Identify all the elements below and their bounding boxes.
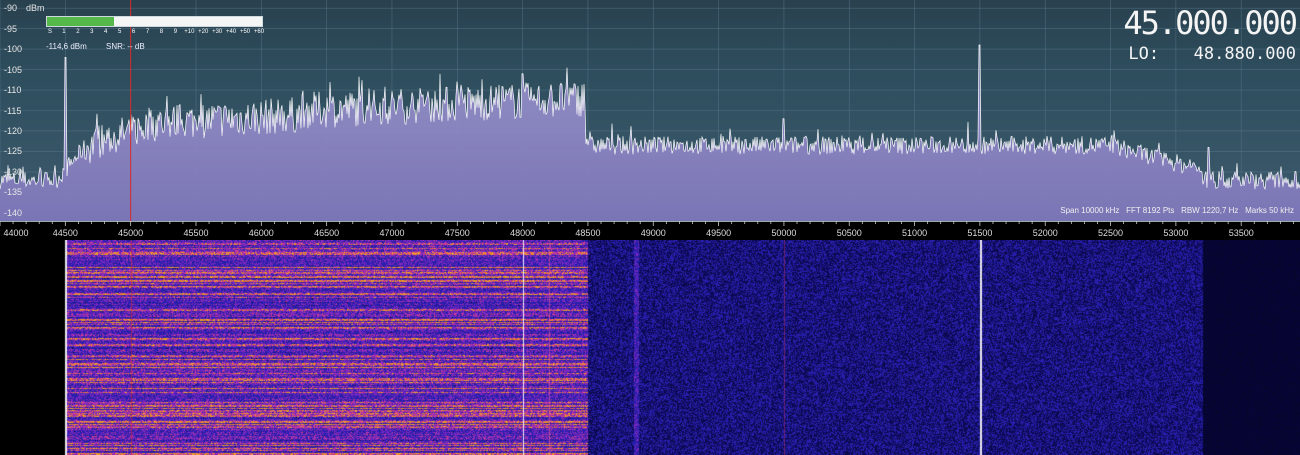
s-meter-scale-label: 1	[62, 29, 66, 35]
frequency-tick-label: 50500	[836, 228, 862, 238]
frequency-tick-label: 45500	[183, 228, 209, 238]
db-tick-label: -135	[4, 187, 23, 198]
status-line: Span 10000 kHz FFT 8192 Pts RBW 1220,7 H…	[1060, 206, 1294, 216]
frequency-tick-label: 44000	[3, 228, 29, 238]
db-tick-label: -130	[4, 166, 23, 177]
s-meter-bar	[46, 16, 263, 27]
db-tick-label: -110	[4, 85, 22, 96]
snr-readout: SNR: -- dB	[106, 42, 145, 51]
s-meter-scale-label: +40	[226, 29, 237, 35]
frequency-tick-label: 51500	[967, 228, 993, 238]
s-meter-scale-label: 5	[117, 29, 122, 35]
s-meter-scale-label: 2	[76, 29, 80, 35]
frequency-tick-label: 44500	[52, 228, 78, 238]
lo-frequency: 48.880.000	[1193, 44, 1296, 64]
lo-label: LO:	[1128, 44, 1160, 64]
s-meter-scale-label: +60	[253, 29, 265, 35]
s-meter-scale-label: +20	[198, 29, 209, 35]
s-meter-scale-label: 8	[159, 29, 164, 35]
db-tick-label: -140	[4, 207, 23, 218]
frequency-tick-label: 49000	[640, 228, 666, 238]
s-meter-scale-label: S	[47, 29, 53, 35]
signal-level-readout: -114,6 dBm	[46, 42, 87, 51]
frequency-tick-label: 50000	[771, 228, 797, 238]
frequency-tick-label: 53000	[1163, 228, 1189, 238]
span-readout: Span 10000 kHz	[1060, 206, 1120, 215]
waterfall-display[interactable]	[0, 240, 1300, 455]
frequency-tick-label: 47500	[444, 228, 470, 238]
s-meter-scale-label: 6	[131, 29, 136, 35]
db-tick-label: -105	[4, 64, 23, 75]
s-meter-scale-label: 7	[145, 29, 150, 35]
s-meter-scale-label: 4	[104, 29, 108, 35]
s-meter-scale-label: +30	[212, 29, 223, 35]
db-tick-label: -90	[4, 3, 18, 14]
db-tick-label: -125	[4, 146, 23, 157]
s-meter-scale-label: +10	[184, 29, 195, 35]
frequency-tick-label: 53500	[1228, 228, 1254, 238]
marks-readout: Marks 50 kHz	[1245, 206, 1294, 215]
frequency-tick-label: 48000	[510, 228, 536, 238]
s-meter-scale-label: 9	[173, 29, 178, 35]
db-tick-label: -115	[4, 105, 22, 116]
db-unit-label: dBm	[26, 3, 45, 14]
db-tick-label: -95	[4, 23, 18, 34]
db-tick-label: -120	[4, 125, 23, 136]
lo-display[interactable]: LO: 48.880.000	[1128, 44, 1296, 64]
db-tick-label: -100	[4, 44, 23, 55]
frequency-tick-label: 45000	[118, 228, 144, 238]
spectrum-plot[interactable]	[0, 0, 1300, 221]
frequency-tick-label: 51000	[902, 228, 928, 238]
fft-readout: FFT 8192 Pts	[1126, 206, 1175, 215]
frequency-tick-label: 49500	[706, 228, 732, 238]
frequency-tick-label: 52000	[1032, 228, 1058, 238]
frequency-tick-label: 48500	[575, 228, 601, 238]
frequency-tick-label: 52500	[1098, 228, 1124, 238]
frequency-axis[interactable]: 44000 44500 45000 45500 46000 46500 47000 47500…	[0, 221, 1300, 240]
rbw-readout: RBW 1220,7 Hz	[1181, 206, 1239, 215]
s-meter-scale-label: +50	[239, 29, 251, 35]
spectrum-panel[interactable]: -90 dBm -95 -100 -105 -110 -115 -120 -125 -130 -13…	[0, 0, 1300, 221]
s-meter-scale-label: 3	[90, 29, 94, 35]
spectrum-fill	[0, 45, 1300, 221]
frequency-tick-label: 46500	[314, 228, 340, 238]
frequency-tick-label: 47000	[379, 228, 405, 238]
frequency-tick-label: 46000	[248, 228, 274, 238]
s-meter-level	[47, 17, 114, 26]
frequency-display[interactable]: 45.000.000	[1123, 6, 1298, 40]
